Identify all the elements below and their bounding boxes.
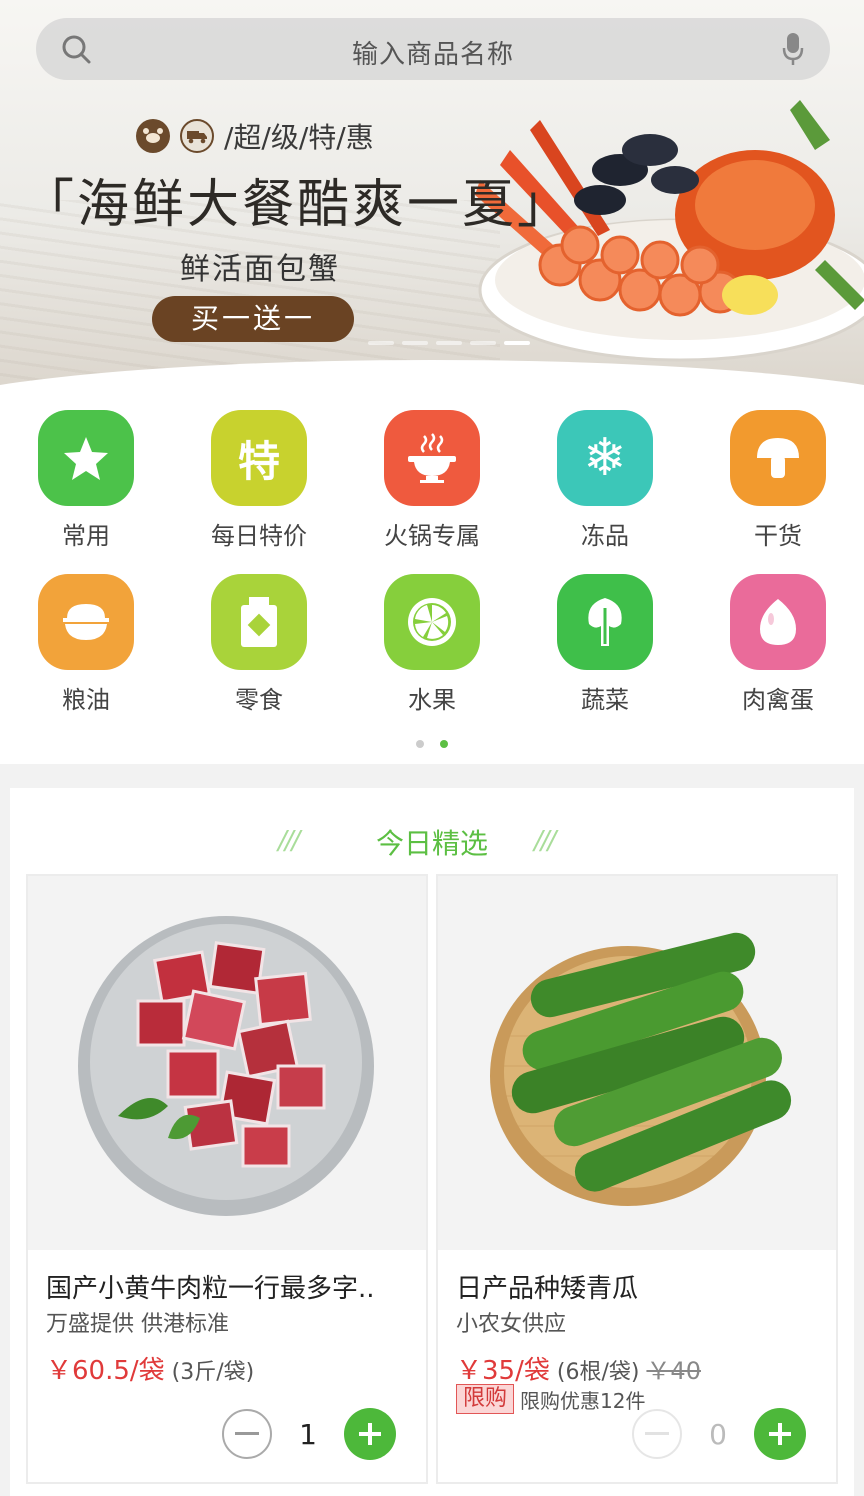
promo-tag-line: /超/级/特/惠 (136, 116, 374, 156)
minus-button[interactable] (222, 1409, 272, 1459)
quantity-value: 1 (299, 1417, 317, 1451)
purchase-limit-badge: 限购 (456, 1384, 515, 1414)
hotpot-icon[interactable] (384, 410, 480, 506)
page-dot-active[interactable] (440, 740, 448, 748)
slide-dot[interactable] (470, 341, 496, 345)
category-daily-special[interactable]: 特 每日特价 (173, 410, 345, 551)
category-page-indicator (416, 740, 448, 748)
category-label: 火锅专属 (384, 522, 480, 550)
category-label: 每日特价 (211, 522, 307, 550)
quantity-value: 0 (709, 1417, 727, 1451)
product-supplier: 小农女供应 (456, 1312, 567, 1337)
section-title: 今日精选 (375, 827, 488, 860)
mushroom-icon[interactable] (730, 410, 826, 506)
microphone-icon[interactable] (782, 32, 804, 66)
price-row: ￥60.5/袋 (3斤/袋) (46, 1350, 254, 1387)
category-fruit[interactable]: 水果 (346, 574, 518, 715)
category-label: 零食 (235, 686, 283, 714)
slide-dot[interactable] (436, 341, 462, 345)
product-spec: (3斤/袋) (171, 1360, 255, 1385)
category-frozen[interactable]: ❄ 冻品 (519, 410, 691, 551)
buy-one-get-one-button[interactable]: 买一送一 (152, 296, 354, 342)
product-spec: (6根/袋) (556, 1360, 640, 1385)
original-price: ￥40 (646, 1357, 701, 1385)
promo-tag-text: /超/级/特/惠 (224, 121, 374, 154)
promo-banner[interactable]: 输入商品名称 /超/级/特/惠 「海鲜大餐酷爽一夏」 鲜活面包蟹 买一送一 (0, 0, 864, 390)
delivery-truck-icon (180, 119, 214, 153)
category-hotpot[interactable]: 火锅专属 (346, 410, 518, 551)
category-vegetables[interactable]: 蔬菜 (519, 574, 691, 715)
minus-button[interactable] (632, 1409, 682, 1459)
product-price: ￥60.5/袋 (46, 1356, 165, 1386)
snack-jar-icon[interactable] (211, 574, 307, 670)
star-icon[interactable] (38, 410, 134, 506)
product-price: ￥35/袋 (456, 1356, 550, 1386)
special-glyph: 特 (237, 436, 280, 486)
category-label: 粮油 (62, 686, 110, 714)
lime-slice-icon[interactable] (384, 574, 480, 670)
product-supplier: 万盛提供 供港标准 (46, 1312, 229, 1337)
minus-icon (235, 1432, 259, 1435)
category-meat-poultry-egg[interactable]: 肉禽蛋 (692, 574, 864, 715)
egg-icon[interactable] (730, 574, 826, 670)
rice-bowl-icon[interactable] (38, 574, 134, 670)
snowflake-icon[interactable]: ❄ (557, 410, 653, 506)
quantity-stepper: 1 (222, 1408, 396, 1460)
promo-title: 「海鲜大餐酷爽一夏」 (22, 175, 573, 235)
title-deco-right: /// (534, 826, 556, 856)
product-name[interactable]: 日产品种矮青瓜 (456, 1268, 638, 1305)
page-dot[interactable] (416, 740, 424, 748)
slide-dot[interactable] (402, 341, 428, 345)
category-grain-oil[interactable]: 粮油 (0, 574, 172, 715)
bok-choy-icon[interactable] (557, 574, 653, 670)
category-dry-goods[interactable]: 干货 (692, 410, 864, 551)
category-label: 常用 (62, 522, 110, 550)
purchase-limit-text: 限购优惠12件 (520, 1388, 646, 1413)
plus-button[interactable] (754, 1408, 806, 1460)
plus-icon (359, 1423, 381, 1445)
category-label: 蔬菜 (581, 686, 629, 714)
crab-icon (136, 119, 170, 153)
special-offer-icon[interactable]: 特 (211, 410, 307, 506)
slide-dot[interactable] (368, 341, 394, 345)
search-input[interactable]: 输入商品名称 (36, 34, 830, 71)
price-row: ￥35/袋 (6根/袋) ￥40 (456, 1350, 701, 1387)
category-label: 干货 (754, 522, 802, 550)
category-label: 冻品 (581, 522, 629, 550)
category-common[interactable]: 常用 (0, 410, 172, 551)
product-card[interactable]: 日产品种矮青瓜 小农女供应 ￥35/袋 (6根/袋) ￥40 限购 限购优惠12… (436, 874, 838, 1484)
todays-picks-section: /// 今日精选 /// 国产小黄牛肉粒一行最多字.. 万盛提供 供港标准 ￥6… (10, 788, 854, 1496)
banner-slide-indicator (368, 341, 530, 345)
promo-subtitle: 鲜活面包蟹 (180, 252, 340, 287)
plus-button[interactable] (344, 1408, 396, 1460)
slide-dot-active[interactable] (504, 341, 530, 345)
category-grid: 常用 特 每日特价 火锅专属 ❄ 冻品 干货 粮油 零食 水果 蔬菜 肉禽蛋 (0, 390, 864, 764)
purchase-limit-row: 限购 限购优惠12件 (456, 1384, 645, 1414)
plus-icon (769, 1423, 791, 1445)
category-snacks[interactable]: 零食 (173, 574, 345, 715)
beef-cubes-image[interactable] (28, 876, 426, 1250)
category-label: 肉禽蛋 (742, 686, 814, 714)
product-name[interactable]: 国产小黄牛肉粒一行最多字.. (46, 1268, 375, 1305)
minus-icon (645, 1432, 669, 1435)
category-label: 水果 (408, 686, 456, 714)
quantity-stepper: 0 (632, 1408, 806, 1460)
cucumbers-image[interactable] (438, 876, 836, 1250)
product-card[interactable]: 国产小黄牛肉粒一行最多字.. 万盛提供 供港标准 ￥60.5/袋 (3斤/袋) … (26, 874, 428, 1484)
search-bar[interactable]: 输入商品名称 (36, 18, 830, 80)
